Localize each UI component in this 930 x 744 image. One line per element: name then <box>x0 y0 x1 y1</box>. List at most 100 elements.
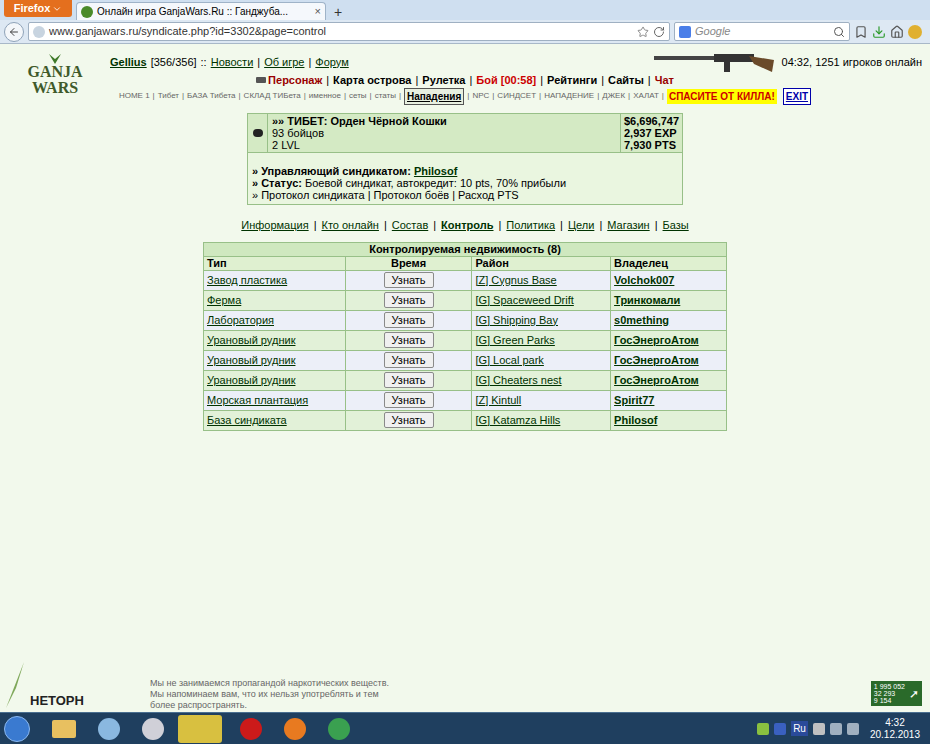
quick-link[interactable]: Нападения <box>404 88 464 105</box>
quick-link[interactable]: БАЗА Тибета <box>187 90 235 102</box>
owner-link[interactable]: Spirit77 <box>614 394 654 406</box>
home-icon[interactable] <box>890 25 904 39</box>
main-menu-item[interactable]: Рейтинги <box>547 72 597 89</box>
reload-icon[interactable] <box>653 26 665 38</box>
quick-link[interactable]: СКЛАД ТИБета <box>244 90 301 102</box>
back-button[interactable] <box>4 22 24 42</box>
main-menu-item[interactable]: Персонаж <box>268 72 322 89</box>
type-link[interactable]: Ферма <box>207 294 241 306</box>
explorer-icon[interactable] <box>52 720 76 738</box>
district-link[interactable]: [Z] Kintull <box>475 394 521 406</box>
quick-link[interactable]: статы <box>375 90 396 102</box>
type-link[interactable]: Урановый рудник <box>207 354 295 366</box>
syndicate-tab[interactable]: Информация <box>241 217 308 234</box>
type-link[interactable]: Морская плантация <box>207 394 308 406</box>
quick-link[interactable]: НАПАДЕНИЕ <box>544 90 594 102</box>
header-link[interactable]: Об игре <box>264 54 304 71</box>
find-out-button[interactable]: Узнать <box>384 312 434 328</box>
syndicate-tab[interactable]: Состав <box>392 217 428 234</box>
syndicate-money: $6,696,747 <box>624 115 679 127</box>
district-link[interactable]: [G] Katamza Hills <box>475 414 560 426</box>
safari-icon[interactable] <box>98 718 120 740</box>
find-out-button[interactable]: Узнать <box>384 292 434 308</box>
opera-icon[interactable] <box>240 718 262 740</box>
syndicate-tab[interactable]: Политика <box>506 217 555 234</box>
protocol-link[interactable]: Протокол боёв <box>374 189 450 201</box>
quick-link[interactable]: СПАСИТЕ ОТ КИЛЛА! <box>667 89 777 104</box>
type-link[interactable]: Урановый рудник <box>207 374 295 386</box>
column-header: Тип <box>204 256 346 270</box>
district-link[interactable]: [G] Cheaters nest <box>475 374 561 386</box>
find-out-button[interactable]: Узнать <box>384 272 434 288</box>
type-link[interactable]: Завод пластика <box>207 274 287 286</box>
header-link[interactable]: Форум <box>315 54 348 71</box>
quick-link[interactable]: NPC <box>472 90 489 102</box>
district-link[interactable]: [Z] Cygnus Base <box>475 274 556 286</box>
syndicate-tab[interactable]: Кто онлайн <box>322 217 379 234</box>
district-link[interactable]: [G] Spaceweed Drift <box>475 294 573 306</box>
find-out-button[interactable]: Узнать <box>384 392 434 408</box>
quick-link[interactable]: ДЖЕК <box>602 90 625 102</box>
user-link[interactable]: Gellius <box>110 54 147 71</box>
main-menu-item[interactable]: Карта острова <box>333 72 411 89</box>
quick-link[interactable]: именное <box>309 90 341 102</box>
protocol-link[interactable]: Протокол синдиката <box>261 189 364 201</box>
district-link[interactable]: [G] Shipping Bay <box>475 314 558 326</box>
start-button-icon[interactable] <box>4 716 30 742</box>
download-icon[interactable] <box>872 25 886 39</box>
syndicate-tab[interactable]: Цели <box>568 217 594 234</box>
star-icon[interactable] <box>637 26 649 38</box>
owner-link[interactable]: ГосЭнергоАтом <box>614 374 699 386</box>
media-icon[interactable] <box>178 715 222 743</box>
firefox-menu-button[interactable]: Firefox <box>4 0 72 17</box>
owner-link[interactable]: s0mething <box>614 314 669 326</box>
clock[interactable]: 4:3220.12.2013 <box>864 717 926 741</box>
url-text: www.ganjawars.ru/syndicate.php?id=3302&p… <box>49 23 326 40</box>
network-logo[interactable]: НЕТОРН <box>30 694 84 708</box>
find-out-button[interactable]: Узнать <box>384 332 434 348</box>
tray-app-icon <box>813 723 825 735</box>
quick-link[interactable]: Тибет <box>158 90 179 102</box>
quick-link[interactable]: EXIT <box>783 88 811 105</box>
find-out-button[interactable]: Узнать <box>384 372 434 388</box>
addon-icon[interactable] <box>908 25 922 39</box>
protocol-link[interactable]: Расход PTS <box>458 189 519 201</box>
header-link[interactable]: Новости <box>211 54 254 71</box>
owner-link[interactable]: ГосЭнергоАтом <box>614 334 699 346</box>
owner-link[interactable]: Philosof <box>614 414 657 426</box>
syndicate-tab[interactable]: Магазин <box>607 217 649 234</box>
main-menu-item[interactable]: Бой [00:58] <box>476 72 536 89</box>
type-link[interactable]: Урановый рудник <box>207 334 295 346</box>
district-link[interactable]: [G] Green Parks <box>475 334 554 346</box>
owner-link[interactable]: ГосЭнергоАтом <box>614 354 699 366</box>
type-link[interactable]: База синдиката <box>207 414 287 426</box>
opera-next-icon[interactable] <box>142 718 164 740</box>
search-icon[interactable] <box>833 26 845 38</box>
new-tab-button[interactable]: + <box>330 4 346 20</box>
quick-link[interactable]: HOME 1 <box>119 90 150 102</box>
type-link[interactable]: Лаборатория <box>207 314 274 326</box>
bookmarks-icon[interactable] <box>854 25 868 39</box>
main-menu-item[interactable]: Сайты <box>608 72 644 89</box>
main-menu-item[interactable]: Рулетка <box>422 72 465 89</box>
url-field[interactable]: www.ganjawars.ru/syndicate.php?id=3302&p… <box>28 22 670 41</box>
owner-link[interactable]: Volchok007 <box>614 274 674 286</box>
chrome-icon[interactable] <box>328 718 350 740</box>
find-out-button[interactable]: Узнать <box>384 352 434 368</box>
quick-link[interactable]: ХАЛАТ <box>633 90 659 102</box>
language-indicator[interactable]: Ru <box>791 721 808 736</box>
find-out-button[interactable]: Узнать <box>384 412 434 428</box>
tab-close[interactable]: × <box>315 3 321 20</box>
quick-link[interactable]: СИНДСЕТ <box>497 90 536 102</box>
firefox-icon[interactable] <box>284 718 306 740</box>
tray-app-icon <box>774 723 786 735</box>
search-field[interactable]: Google <box>674 22 850 41</box>
syndicate-tab[interactable]: Базы <box>663 217 689 234</box>
browser-tab[interactable]: Онлайн игра GanjaWars.Ru :: Ганджуба...× <box>76 2 326 20</box>
district-link[interactable]: [G] Local park <box>475 354 543 366</box>
main-menu-item[interactable]: Чат <box>655 72 674 89</box>
syndicate-tab[interactable]: Контроль <box>441 217 493 234</box>
manager-link[interactable]: Philosof <box>414 165 457 177</box>
owner-link[interactable]: Тринкомали <box>614 294 680 306</box>
quick-link[interactable]: сеты <box>349 90 367 102</box>
